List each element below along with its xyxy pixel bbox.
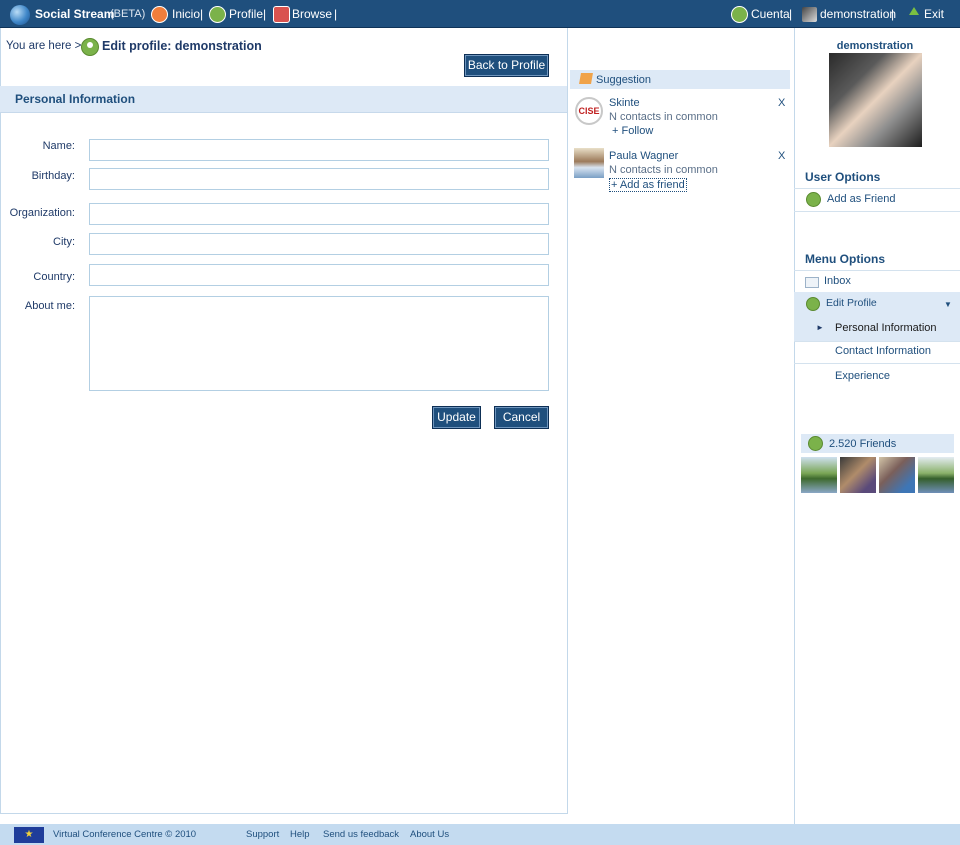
section-header: Personal Information [0, 86, 567, 113]
footer-link-help[interactable]: Help [290, 829, 310, 840]
add-as-friend-link[interactable]: Add as Friend [827, 193, 895, 205]
envelope-icon [805, 277, 819, 288]
sidebar-item-experience[interactable]: Experience [835, 370, 890, 382]
footer-link-feedback[interactable]: Send us feedback [323, 829, 399, 840]
divider [794, 211, 960, 212]
name-label: Name: [42, 140, 75, 152]
paula-wagner-avatar[interactable] [574, 148, 604, 178]
organization-input[interactable] [89, 203, 549, 225]
friend-thumbnail[interactable] [918, 457, 954, 493]
add-as-friend-link[interactable]: + Add as friend [609, 178, 687, 192]
city-input[interactable] [89, 233, 549, 255]
friend-thumbnail[interactable] [879, 457, 915, 493]
organization-label: Organization: [9, 207, 75, 219]
divider [794, 363, 960, 364]
cancel-button[interactable]: Cancel [494, 406, 549, 429]
globe-logo-icon [10, 5, 30, 25]
sidebar-username[interactable]: demonstration [794, 40, 956, 52]
beta-label: (BETA) [110, 8, 146, 20]
suggestion-common-contacts: N contacts in common [609, 111, 718, 123]
user-options-title: User Options [805, 170, 881, 184]
update-button[interactable]: Update [432, 406, 481, 429]
menu-options-title: Menu Options [805, 252, 885, 266]
country-label: Country: [33, 271, 75, 283]
suggestion-header: Suggestion [570, 70, 790, 89]
suggestion-title: Suggestion [596, 74, 652, 86]
follow-link[interactable]: + Follow [612, 125, 653, 137]
brand-name[interactable]: Social Stream [35, 7, 114, 21]
nav-separator: | [789, 7, 793, 21]
dismiss-suggestion-button[interactable]: X [778, 97, 785, 109]
friends-icon [808, 436, 823, 451]
nav-separator: | [263, 7, 267, 21]
nav-inicio[interactable]: Inicio [172, 7, 200, 21]
chevron-down-icon[interactable]: ▼ [944, 300, 952, 309]
user-avatar[interactable] [829, 53, 922, 147]
home-icon[interactable] [151, 6, 168, 23]
about-me-textarea[interactable] [89, 296, 549, 391]
user-link[interactable]: demonstration [820, 7, 896, 21]
sidebar-item-inbox[interactable]: Inbox [824, 275, 851, 287]
birthday-input[interactable] [89, 168, 549, 190]
section-title: Personal Information [15, 92, 136, 106]
nav-profile[interactable]: Profile [229, 7, 263, 21]
user-avatar-icon [802, 7, 817, 22]
divider [794, 341, 960, 342]
sidebar-item-edit-profile-label[interactable]: Edit Profile [826, 297, 877, 309]
exit-link[interactable]: Exit [924, 7, 944, 21]
exit-arrow-icon[interactable] [909, 7, 919, 15]
friends-count[interactable]: 2.520 Friends [829, 438, 896, 450]
birthday-label: Birthday: [31, 170, 75, 182]
suggestion-icon [579, 73, 593, 84]
friend-thumbnail[interactable] [801, 457, 837, 493]
profile-icon [81, 38, 99, 56]
nav-separator: | [200, 7, 204, 21]
top-navigation-bar: Social Stream (BETA) Inicio | Profile | … [0, 0, 960, 28]
suggestion-name-skinte[interactable]: Skinte [609, 97, 640, 109]
about-me-label: About me: [24, 300, 75, 312]
nav-separator: | [891, 7, 895, 21]
add-friend-icon [806, 192, 821, 207]
nav-browse[interactable]: Browse [292, 7, 332, 21]
right-sidebar [794, 28, 960, 824]
page-title: Edit profile: demonstration [102, 39, 262, 53]
back-to-profile-button[interactable]: Back to Profile [464, 54, 549, 77]
divider [794, 188, 960, 189]
profile-icon[interactable] [209, 6, 226, 23]
dismiss-suggestion-button[interactable]: X [778, 150, 785, 162]
skinte-logo[interactable]: CISE [575, 97, 603, 125]
account-link[interactable]: Cuenta [751, 7, 790, 21]
footer-copyright: Virtual Conference Centre © 2010 [53, 829, 197, 840]
footer-link-support[interactable]: Support [246, 829, 279, 840]
city-label: City: [53, 236, 75, 248]
arrow-right-icon: ► [816, 323, 824, 332]
suggestion-common-contacts: N contacts in common [609, 164, 718, 176]
sidebar-item-personal-information-label[interactable]: Personal Information [835, 322, 937, 334]
friend-thumbnail[interactable] [840, 457, 876, 493]
nav-separator: | [334, 7, 338, 21]
country-input[interactable] [89, 264, 549, 286]
pencil-icon [806, 297, 820, 311]
name-input[interactable] [89, 139, 549, 161]
divider [794, 270, 960, 271]
footer-link-about[interactable]: About Us [410, 829, 449, 840]
eu-flag-icon [14, 827, 44, 843]
breadcrumb: You are here > [6, 40, 82, 52]
browse-icon[interactable] [273, 6, 290, 23]
suggestion-name-paula[interactable]: Paula Wagner [609, 150, 678, 162]
gear-icon[interactable] [731, 6, 748, 23]
sidebar-item-contact-information[interactable]: Contact Information [835, 345, 931, 357]
